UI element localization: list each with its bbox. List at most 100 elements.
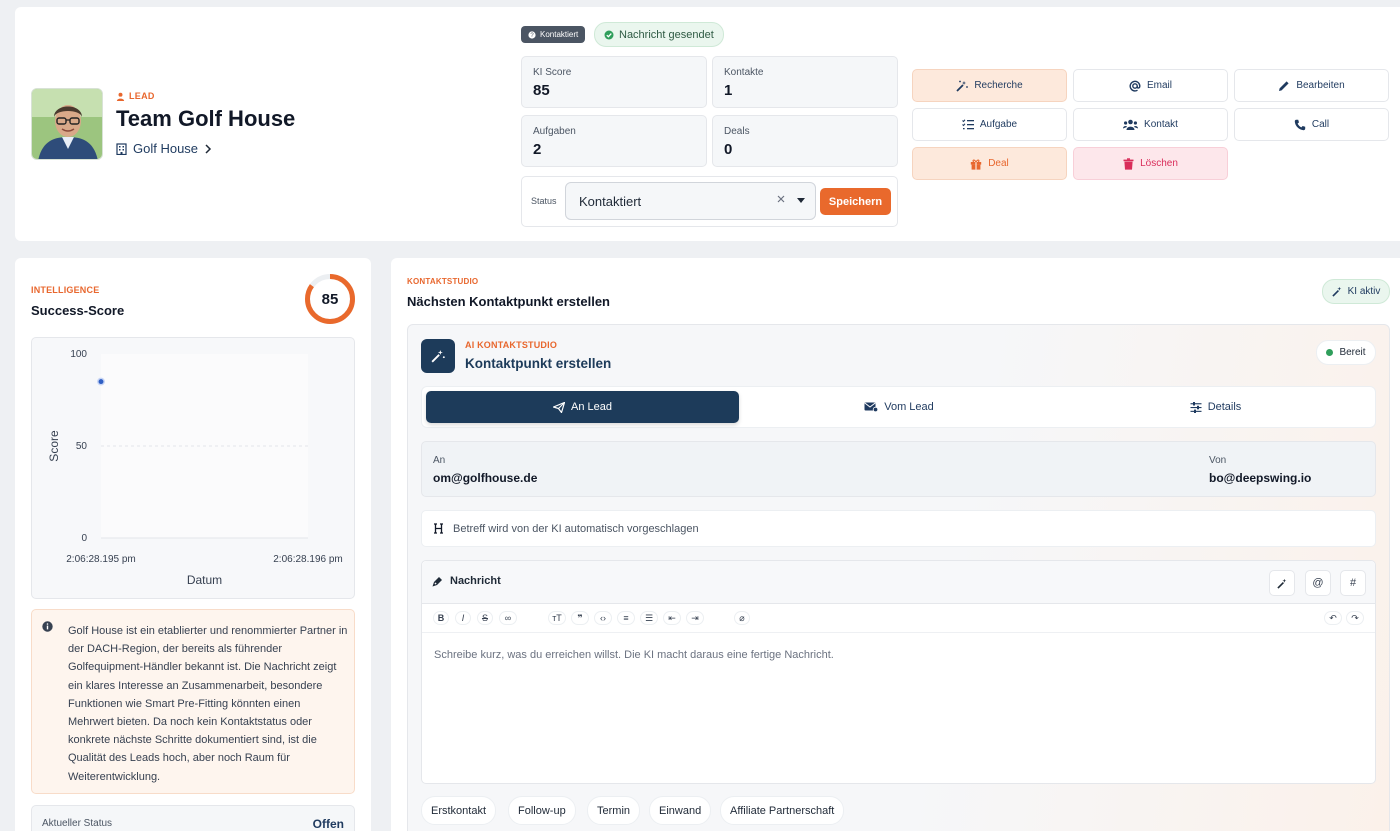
users-icon [1123,119,1139,130]
to-value: om@golfhouse.de [433,471,538,485]
mention-button[interactable]: @ [1305,570,1331,596]
contact-label: Kontakt [1144,119,1178,130]
building-icon [116,142,127,155]
current-status-row: Aktueller Status Offen [31,805,355,831]
tab-details[interactable]: Details [1059,391,1372,423]
message-title-label: Nachricht [450,575,501,587]
company-link[interactable]: Golf House [116,141,212,156]
studio-tag: AI KONTAKTSTUDIO [465,340,558,350]
ai-generate-button[interactable] [1269,570,1295,596]
clear-icon[interactable] [777,195,785,203]
strikethrough-icon[interactable]: S [477,611,493,625]
score-value: 85 [321,290,339,308]
ai-summary-box: Golf House ist ein etablierter und renom… [31,609,355,794]
status-select-value: Kontaktiert [579,193,642,209]
stat-ki-score: KI Score 85 [521,56,707,108]
studio-wand-icon [421,339,455,373]
stat-label: KI Score [533,67,572,78]
checklist-icon [961,119,974,130]
direction-tabs: An Lead Vom Lead Details [421,386,1376,428]
quote-icon[interactable]: ❞ [571,611,589,625]
x-tick-label: 2:06:28.195 pm [66,554,136,565]
kontaktstudio-tag: KONTAKTSTUDIO [407,277,479,286]
message-editor-header: Nachricht @ # [422,561,1375,604]
chip-erstkontakt[interactable]: Erstkontakt [421,796,497,825]
email-button[interactable]: Email [1073,69,1228,102]
status-dot-icon [1326,349,1334,356]
user-icon [116,92,125,101]
ready-label: Bereit [1339,347,1366,358]
current-status-value: Offen [312,817,344,831]
tab-label: Vom Lead [884,401,934,413]
status-select[interactable]: Kontaktiert [565,182,816,220]
chevron-right-icon [204,143,212,154]
chip-termin[interactable]: Termin [587,796,641,825]
deal-label: Deal [988,158,1009,169]
link-icon[interactable]: ∞ [499,611,517,625]
text-size-icon[interactable]: ᴛT [548,611,566,625]
edit-button[interactable]: Bearbeiten [1234,69,1389,102]
recherche-button[interactable]: Recherche [912,69,1067,102]
redo-icon[interactable]: ↷ [1346,611,1364,625]
code-icon[interactable]: ‹› [594,611,612,625]
company-name: Golf House [133,141,199,156]
y-tick-label: 0 [81,533,87,544]
phone-icon [1294,119,1306,131]
stat-kontakte: Kontakte 1 [712,56,898,108]
message-title: Nachricht [432,575,501,587]
status-form: Status Kontaktiert Speichern [521,176,898,227]
tab-an-lead[interactable]: An Lead [426,391,739,423]
task-label: Aufgabe [979,119,1018,130]
delete-button[interactable]: Löschen [1073,147,1228,180]
task-button[interactable]: Aufgabe [912,108,1067,141]
info-icon [42,621,53,632]
x-tick-label: 2:06:28.196 pm [273,554,343,565]
magic-wand-icon [956,80,969,92]
at-icon: @ [1312,577,1324,589]
edit-label: Bearbeiten [1296,80,1345,91]
score-chart-svg: 100 50 0 2:06:28.195 pm 2:06:28.196 pm Score D… [47,349,343,587]
y-tick-label: 100 [70,349,87,360]
kontaktstudio-title: Nächsten Kontaktpunkt erstellen [407,294,610,309]
data-point [97,377,105,386]
editor-toolbar: B I S ∞ ᴛT ❞ ‹› ≡ ☰ ⇤ ⇥ ⌀ ↶ ↷ [422,604,1375,633]
outdent-icon[interactable]: ⇤ [663,611,681,625]
stat-value: 85 [533,82,550,99]
lead-name: Team Golf House [116,106,296,131]
y-tick-label: 50 [76,441,88,452]
save-status-button[interactable]: Speichern [820,188,891,215]
sliders-icon [1190,401,1202,413]
email-label: Email [1146,80,1172,91]
stat-label: Aufgaben [533,126,576,137]
hash-icon: # [1349,577,1357,589]
deal-button[interactable]: Deal [912,147,1067,180]
call-button[interactable]: Call [1234,108,1389,141]
contact-button[interactable]: Kontakt [1073,108,1228,141]
hashtag-button[interactable]: # [1340,570,1366,596]
mail-check-icon [864,402,879,412]
score-chart: 100 50 0 2:06:28.195 pm 2:06:28.196 pm Score D… [31,337,355,599]
status-badge-label: Kontaktiert [540,30,579,39]
subject-input[interactable]: Betreff wird von der KI automatisch vorg… [421,510,1376,547]
delete-label: Löschen [1140,158,1178,169]
message-placeholder[interactable]: Schreibe kurz, was du erreichen willst. … [434,649,834,661]
attachment-icon[interactable]: ⌀ [734,611,750,625]
current-status-label: Aktueller Status [42,818,113,829]
italic-icon[interactable]: I [455,611,471,625]
indent-icon[interactable]: ⇥ [686,611,704,625]
status-label: Status [531,196,557,206]
bullet-list-icon[interactable]: ≡ [617,611,635,625]
bold-icon[interactable]: B [433,611,449,625]
intelligence-title: Success-Score [31,303,125,318]
stat-value: 0 [724,141,733,158]
at-icon [1129,80,1141,92]
chip-follow-up[interactable]: Follow-up [508,796,576,825]
send-icon [553,401,565,413]
undo-icon[interactable]: ↶ [1324,611,1342,625]
recherche-label: Recherche [974,80,1023,91]
chip-einwand[interactable]: Einwand [649,796,712,825]
chip-affiliate-partnerschaft[interactable]: Affiliate Partnerschaft [720,796,845,825]
ordered-list-icon[interactable]: ☰ [640,611,658,625]
tab-vom-lead[interactable]: Vom Lead [749,391,1049,423]
caret-down-icon[interactable] [797,198,805,203]
